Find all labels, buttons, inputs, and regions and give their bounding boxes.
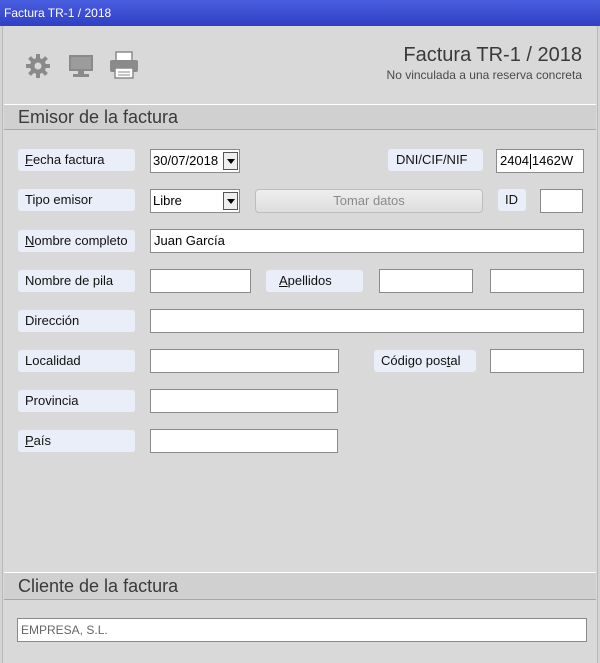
localidad-input[interactable] [150,349,339,373]
window-title: Factura TR-1 / 2018 [4,6,112,20]
section-emisor-title: Emisor de la factura [18,107,179,127]
nombre-completo-label: Nombre completo [18,230,135,252]
invoice-subtitle: No vinculada a una reserva concreta [386,68,582,82]
apellido2-input[interactable] [490,269,584,293]
tomar-datos-button[interactable]: Tomar datos [255,189,483,213]
direccion-input[interactable] [150,309,584,333]
id-label: ID [498,189,526,211]
apellido1-input[interactable] [379,269,473,293]
provincia-label: Provincia [18,390,135,412]
codigo-postal-label: Código postal [374,350,476,372]
gear-icon[interactable] [24,52,52,80]
invoice-title: Factura TR-1 / 2018 [403,44,582,66]
printer-icon[interactable] [108,50,140,80]
monitor-icon[interactable] [67,52,95,80]
nombre-pila-input[interactable] [150,269,251,293]
text-cursor [529,154,531,170]
pais-input[interactable] [150,429,338,453]
tipo-emisor-label: Tipo emisor [18,189,135,211]
nombre-completo-input[interactable]: Juan García [150,229,584,253]
tipo-emisor-select[interactable]: Libre [150,189,240,213]
section-cliente-title: Cliente de la factura [18,576,179,596]
apellidos-label: Apellidos [266,270,363,292]
fecha-factura-label: Fecha factura [18,149,135,171]
pais-label: País [18,430,135,452]
cliente-input[interactable]: EMPRESA, S.L. [17,618,587,642]
fecha-factura-picker[interactable]: 30/07/2018 [150,149,240,173]
fecha-factura-value: 30/07/2018 [153,153,219,168]
id-input[interactable] [540,189,583,213]
codigo-postal-input[interactable] [490,349,584,373]
nombre-pila-label: Nombre de pila [18,270,135,292]
chevron-down-icon[interactable] [223,152,238,170]
dni-input[interactable]: 2404 1462W [496,149,584,173]
section-emisor: Emisor de la factura [4,104,596,130]
tipo-emisor-value: Libre [153,193,182,208]
section-cliente: Cliente de la factura [4,572,596,600]
localidad-label: Localidad [18,350,135,372]
direccion-label: Dirección [18,310,135,332]
chevron-down-icon[interactable] [223,192,238,210]
window-titlebar: Factura TR-1 / 2018 [0,0,600,26]
dni-label: DNI/CIF/NIF [388,149,483,171]
provincia-input[interactable] [150,389,338,413]
